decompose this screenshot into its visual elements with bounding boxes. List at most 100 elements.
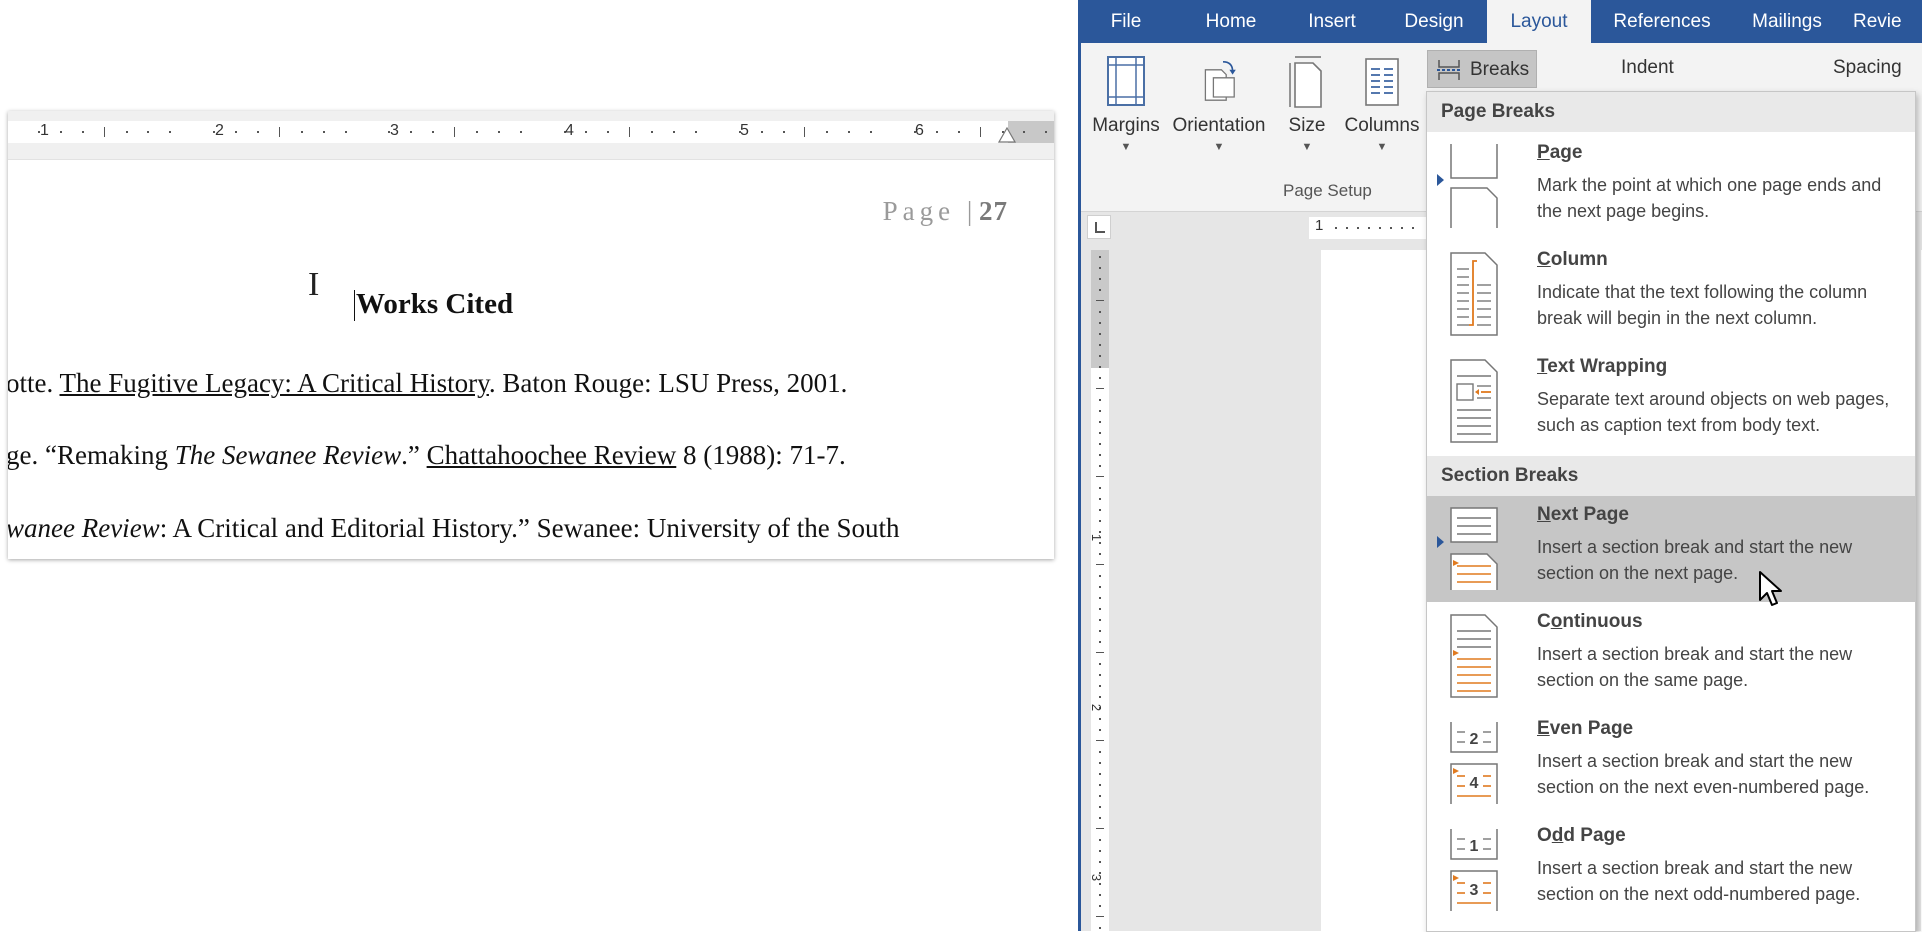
- ruler-tick: [957, 131, 960, 133]
- ruler-tick: [1099, 784, 1101, 786]
- ruler-tick: [125, 131, 128, 133]
- ruler-tick: [848, 131, 851, 133]
- horizontal-ruler[interactable]: 1 2 3 4 5 6: [8, 111, 1054, 160]
- ruler-number: 2: [1089, 703, 1105, 712]
- tab-layout[interactable]: Layout: [1487, 0, 1591, 43]
- ruler-tick: [59, 131, 62, 133]
- ruler-tick: [1099, 344, 1101, 346]
- ruler-tick: [81, 131, 84, 133]
- menu-item-title: Continuous: [1537, 611, 1643, 632]
- menu-item-odd-page-break[interactable]: 1 3 Odd Page Insert a section break and …: [1427, 817, 1915, 923]
- breaks-icon: [1437, 60, 1461, 80]
- vertical-ruler[interactable]: 1 2 3: [1089, 250, 1109, 931]
- column-break-icon: [1450, 252, 1498, 336]
- menu-item-column-break[interactable]: Column Indicate that the text following …: [1427, 241, 1915, 347]
- citation-line: wanee Review: A Critical and Editorial H…: [8, 513, 900, 543]
- ruler-tick: [1099, 509, 1101, 511]
- size-label: Size: [1288, 115, 1326, 136]
- orientation-button[interactable]: Orientation ▼: [1169, 53, 1269, 153]
- tab-mailings[interactable]: Mailings: [1729, 0, 1845, 43]
- document-page[interactable]: [1321, 250, 1431, 931]
- ruler-tick: [1099, 674, 1101, 676]
- ruler-tick: [103, 127, 105, 137]
- ruler-tick: [1099, 795, 1101, 797]
- ruler-tick: [1379, 227, 1381, 229]
- tab-review[interactable]: Revie: [1853, 0, 1922, 43]
- ruler-tick: [1412, 227, 1414, 229]
- ruler-tick: [1401, 227, 1403, 229]
- ruler-tick: [870, 131, 873, 133]
- ribbon-tab-bar: File Home Insert Design Layout Reference…: [1081, 0, 1922, 43]
- chevron-down-icon: ▼: [1301, 141, 1313, 153]
- menu-item-description: Insert a section break and start the new…: [1537, 751, 1870, 797]
- ruler-tick: [826, 131, 829, 133]
- ruler-tick: [432, 131, 435, 133]
- menu-item-continuous-break[interactable]: Continuous Insert a section break and st…: [1427, 603, 1915, 709]
- ruler-tick: [1099, 487, 1101, 489]
- ruler-tick: [673, 131, 675, 133]
- ruler-tick: [1099, 751, 1101, 753]
- ruler-tick: [607, 131, 610, 133]
- citation-line: ge. “Remaking The Sewanee Review.” Chatt…: [8, 440, 846, 470]
- menu-item-description: Insert a section break and start the new…: [1537, 644, 1853, 690]
- menu-item-text-wrapping-break[interactable]: Text Wrapping Separate text around objec…: [1427, 348, 1915, 454]
- ruler-tick: [1096, 388, 1104, 389]
- tab-insert[interactable]: Insert: [1283, 0, 1381, 43]
- margins-button[interactable]: Margins ▼: [1089, 53, 1163, 153]
- ruler-number: 3: [1089, 873, 1105, 882]
- ruler-tick: [1045, 131, 1048, 133]
- menu-item-even-page-break[interactable]: 2 4 Even Page Insert a section break and…: [1427, 710, 1915, 816]
- spacing-label: Spacing: [1833, 57, 1902, 78]
- ruler-tick: [1099, 718, 1101, 720]
- size-button[interactable]: Size ▼: [1275, 53, 1339, 153]
- page-header-word: Page: [882, 196, 956, 226]
- ruler-tick: [1099, 729, 1101, 731]
- menu-item-page-break[interactable]: Page Mark the point at which one page en…: [1427, 134, 1915, 240]
- page-number: 27: [979, 196, 1008, 226]
- ruler-tick: [1096, 564, 1104, 565]
- ruler-tick: [1099, 597, 1101, 599]
- breaks-button[interactable]: Breaks ▼: [1427, 50, 1537, 116]
- ruler-tick: [1096, 652, 1104, 653]
- ruler-tick: [1099, 498, 1101, 500]
- ruler-tick: [1099, 421, 1101, 423]
- tab-design[interactable]: Design: [1381, 0, 1487, 43]
- ruler-tick: [782, 131, 785, 133]
- ruler-tick: [1099, 575, 1101, 577]
- ruler-tick: [1099, 806, 1101, 808]
- ruler-tick: [147, 131, 150, 133]
- right-indent-marker[interactable]: [998, 127, 1016, 143]
- odd-page-break-icon: 1 3: [1450, 829, 1498, 911]
- ruler-tick: [1099, 520, 1101, 522]
- even-page-break-icon: 2 4: [1450, 722, 1498, 804]
- margins-label: Margins: [1092, 115, 1160, 136]
- columns-label: Columns: [1344, 115, 1420, 136]
- works-cited-heading: Works Cited: [353, 288, 514, 321]
- ruler-tick: [1099, 641, 1101, 643]
- ruler-number: 3: [390, 122, 399, 139]
- continuous-break-icon: [1450, 614, 1498, 698]
- tab-references[interactable]: References: [1597, 0, 1727, 43]
- ruler-tick: [454, 127, 455, 137]
- menu-item-next-page-break[interactable]: Next Page Insert a section break and sta…: [1427, 496, 1915, 602]
- ruler-tick: [1099, 608, 1101, 610]
- document-excerpt: 1 2 3 4 5 6 Page | 27 I Works Cited otte…: [8, 111, 1054, 559]
- ruler-tick: [979, 127, 981, 137]
- ruler-number: 2: [215, 122, 224, 139]
- menu-item-title: Page: [1537, 142, 1583, 163]
- ruler-tick: [322, 131, 325, 133]
- margins-icon: [1107, 56, 1145, 106]
- ruler-tick: [475, 131, 478, 133]
- chevron-down-icon: ▼: [1376, 141, 1388, 153]
- ruler-tick: [1099, 531, 1101, 533]
- tab-home[interactable]: Home: [1179, 0, 1283, 43]
- ruler-tick: [1099, 289, 1101, 291]
- citation-line: otte. The Fugitive Legacy: A Critical Hi…: [8, 368, 848, 398]
- tab-file[interactable]: File: [1081, 0, 1171, 43]
- ruler-tick: [694, 131, 697, 133]
- ruler-tick: [1096, 476, 1104, 477]
- columns-button[interactable]: Columns ▼: [1341, 53, 1423, 153]
- ruler-tick: [1099, 883, 1101, 885]
- tab-selector[interactable]: [1087, 215, 1111, 239]
- ruler-tick: [1099, 267, 1101, 269]
